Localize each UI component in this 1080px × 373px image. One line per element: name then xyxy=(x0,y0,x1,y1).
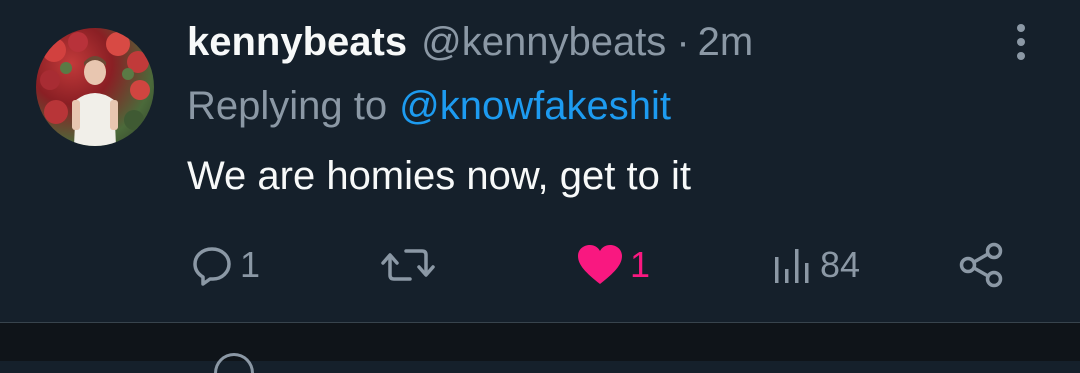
retweet-icon xyxy=(381,249,435,281)
replying-to-line: Replying to @knowfakeshit xyxy=(187,84,671,129)
next-tweet-peek xyxy=(0,322,1080,373)
views-button[interactable]: 84 xyxy=(772,240,860,290)
tweet-text: We are homies now, get to it xyxy=(187,154,691,198)
avatar-image xyxy=(40,32,150,146)
reply-bubble-icon xyxy=(193,247,231,286)
reply-button[interactable]: 1 xyxy=(190,240,260,290)
share-button[interactable] xyxy=(958,240,1006,290)
like-count: 1 xyxy=(630,244,651,285)
views-chart-icon xyxy=(775,249,809,283)
next-avatar-edge xyxy=(214,353,254,373)
tweet-header: kennybeats @kennybeats · 2m xyxy=(187,20,753,70)
reply-count: 1 xyxy=(240,244,261,285)
avatar[interactable] xyxy=(36,28,154,146)
more-vertical-icon xyxy=(1017,24,1025,60)
retweet-button[interactable] xyxy=(380,240,436,290)
display-name[interactable]: kennybeats xyxy=(187,20,407,65)
views-count: 84 xyxy=(820,244,861,285)
user-handle[interactable]: @kennybeats xyxy=(421,20,666,65)
heart-icon xyxy=(578,245,622,284)
tweet[interactable]: kennybeats @kennybeats · 2m Replying to @… xyxy=(0,0,1080,322)
timestamp[interactable]: 2m xyxy=(698,20,754,65)
replying-to-mention[interactable]: @knowfakeshit xyxy=(399,84,671,128)
share-icon xyxy=(959,242,1003,288)
separator-dot: · xyxy=(676,20,690,64)
more-options-button[interactable] xyxy=(1006,20,1036,64)
like-button[interactable]: 1 xyxy=(576,240,650,290)
replying-to-label: Replying to xyxy=(187,84,388,128)
